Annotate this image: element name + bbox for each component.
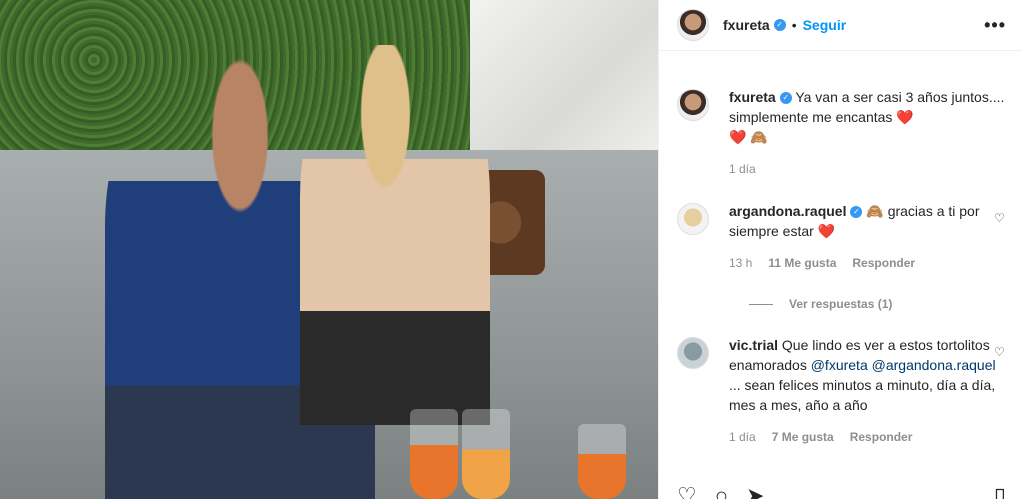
like-comment-heart-icon[interactable]: ♡ xyxy=(994,345,1006,359)
commenter-avatar[interactable] xyxy=(677,337,709,369)
post-header: fxureta ✓ • Seguir ••• xyxy=(659,0,1022,51)
mention-link[interactable]: @fxureta xyxy=(811,357,868,373)
caption-time[interactable]: 1 día xyxy=(729,159,756,179)
commenter-avatar[interactable] xyxy=(677,203,709,235)
caption-username[interactable]: fxureta xyxy=(729,89,776,105)
comment-likes[interactable]: 11 Me gusta xyxy=(768,253,836,273)
comments-list: fxureta ✓ Ya van a ser casi 3 años juntos… xyxy=(659,87,1022,447)
comment-item: argandona.raquel ✓ 🙈 gracias a ti por sie… xyxy=(677,201,1006,273)
red-heart-emoji-icon: ❤️ xyxy=(896,109,914,125)
action-bar: ♡ ○ ➤ ▯ xyxy=(659,487,1022,499)
share-icon[interactable]: ➤ xyxy=(746,487,764,499)
author-avatar[interactable] xyxy=(677,9,709,41)
red-heart-emoji-icon: ❤️ xyxy=(817,223,836,239)
verified-badge-icon: ✓ xyxy=(773,19,786,31)
comment-body: vic.trial Que lindo es ver a estos torto… xyxy=(729,335,1006,447)
view-replies-button[interactable]: Ver respuestas (1) xyxy=(749,297,1006,311)
photo-glass xyxy=(578,424,626,499)
like-comment-heart-icon[interactable]: ♡ xyxy=(994,211,1006,225)
comment-text: ... sean felices minutos a minuto, día a… xyxy=(729,377,996,413)
comment-username[interactable]: argandona.raquel xyxy=(729,203,846,219)
caption-body: fxureta ✓ Ya van a ser casi 3 años juntos… xyxy=(729,87,1006,179)
caption-avatar[interactable] xyxy=(677,89,709,121)
separator-dot: • xyxy=(791,17,797,33)
mention-link[interactable]: @argandona.raquel xyxy=(872,357,996,373)
more-options-icon[interactable]: ••• xyxy=(984,15,1006,36)
comment-meta: 13 h 11 Me gusta Responder xyxy=(729,253,1006,273)
reply-button[interactable]: Responder xyxy=(852,253,915,273)
caption: fxureta ✓ Ya van a ser casi 3 años juntos… xyxy=(677,87,1006,179)
verified-badge-icon: ✓ xyxy=(850,206,863,219)
photo-person-woman xyxy=(300,45,490,425)
heart-icon[interactable]: ♡ xyxy=(677,487,697,499)
comment-likes[interactable]: 7 Me gusta xyxy=(772,427,834,447)
post-sidebar: fxureta ✓ • Seguir ••• fxureta ✓ Ya van a… xyxy=(658,0,1022,499)
photo-glass xyxy=(410,409,458,499)
monkey-emoji-icon: 🙈 xyxy=(866,203,884,219)
comment-time[interactable]: 1 día xyxy=(729,427,756,447)
follow-button[interactable]: Seguir xyxy=(803,17,847,33)
comment-time[interactable]: 13 h xyxy=(729,253,752,273)
verified-badge-icon: ✓ xyxy=(779,92,792,105)
replies-divider-line xyxy=(749,303,773,305)
bookmark-icon[interactable]: ▯ xyxy=(994,487,1006,499)
author-username[interactable]: fxureta xyxy=(723,17,770,33)
comment-item: vic.trial Que lindo es ver a estos torto… xyxy=(677,335,1006,447)
comment-icon[interactable]: ○ xyxy=(715,487,728,499)
comment-meta: 1 día 7 Me gusta Responder xyxy=(729,427,1006,447)
emoji-line: ❤️ 🙈 xyxy=(729,129,768,145)
post-photo[interactable] xyxy=(0,0,658,499)
caption-meta: 1 día xyxy=(729,159,1006,179)
photo-wall-background xyxy=(470,0,658,150)
view-replies-label: Ver respuestas (1) xyxy=(789,297,893,311)
reply-button[interactable]: Responder xyxy=(850,427,913,447)
instagram-post: fxureta ✓ • Seguir ••• fxureta ✓ Ya van a… xyxy=(0,0,1022,499)
comment-body: argandona.raquel ✓ 🙈 gracias a ti por sie… xyxy=(729,201,1006,273)
photo-glass xyxy=(462,409,510,499)
comment-username[interactable]: vic.trial xyxy=(729,337,778,353)
